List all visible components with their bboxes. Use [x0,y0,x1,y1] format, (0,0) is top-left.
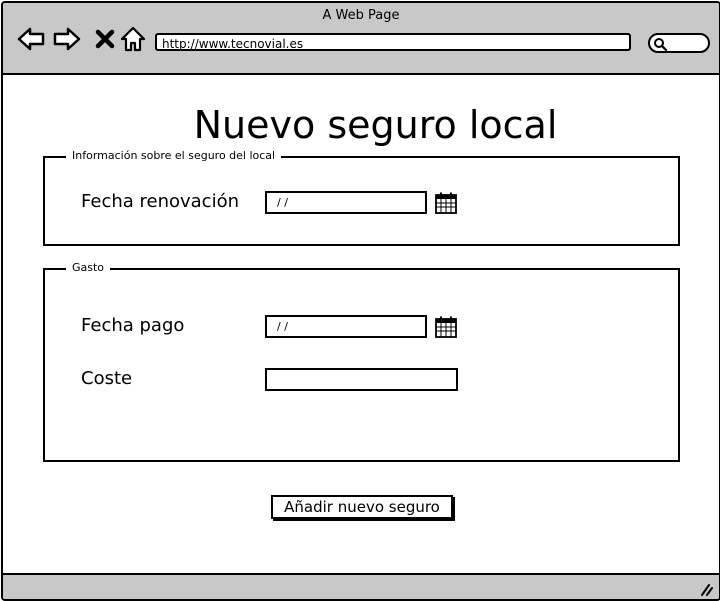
browser-window: A Web Page http://www.tecnovial.es Nuevo… [1,1,720,601]
payment-date-input[interactable]: / / [265,315,427,338]
home-icon[interactable] [119,25,147,53]
status-bar [3,573,719,599]
renewal-date-label: Fecha renovación [81,191,240,212]
payment-date-label: Fecha pago [81,315,185,336]
group-legend: Gasto [66,261,111,274]
add-insurance-button[interactable]: Añadir nuevo seguro [271,495,453,519]
search-icon [654,38,667,51]
browser-toolbar: A Web Page http://www.tecnovial.es [3,3,719,75]
group-legend: Información sobre el seguro del local [66,149,282,162]
window-title: A Web Page [322,8,400,23]
back-arrow-icon[interactable] [17,25,45,53]
calendar-icon[interactable] [434,191,458,215]
cost-label: Coste [81,368,133,389]
cost-input[interactable] [265,368,458,391]
page-title: Nuevo seguro local [193,103,558,147]
close-icon[interactable] [91,25,119,53]
address-bar[interactable]: http://www.tecnovial.es [155,33,631,51]
expense-group: Gasto Fecha pago / / Coste [43,261,680,462]
calendar-icon[interactable] [434,315,458,339]
forward-arrow-icon[interactable] [53,25,81,53]
renewal-date-input[interactable]: / / [265,191,427,214]
search-box[interactable] [648,33,710,53]
insurance-info-group: Información sobre el seguro del local Fe… [43,149,680,246]
resize-grip-icon[interactable] [699,582,713,596]
